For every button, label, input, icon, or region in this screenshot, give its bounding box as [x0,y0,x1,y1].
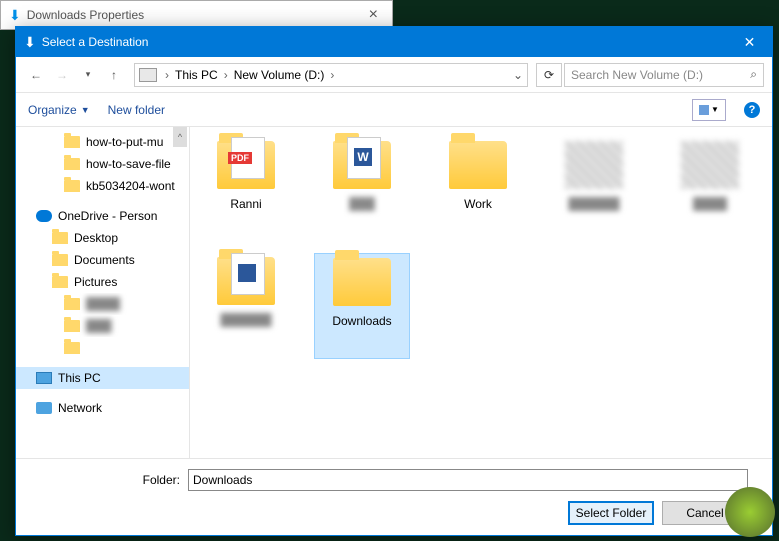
folder-icon [52,276,68,288]
folder-icon [333,141,391,189]
chevron-right-icon[interactable]: › [328,68,336,82]
search-icon[interactable]: ⌕ [750,67,757,82]
obscured-thumbnail [565,141,623,189]
up-button[interactable]: ↑ [102,63,126,87]
tree-item-documents[interactable]: Documents [16,249,189,271]
folder-field-label: Folder: [30,473,180,487]
grid-item-folder[interactable]: ██████ [198,253,294,359]
tree-item-folder-obscured[interactable] [16,337,189,359]
dialog-title: Select a Destination [42,35,727,49]
grid-item-folder[interactable]: ███ [314,137,410,243]
recent-dropdown[interactable]: ▾ [76,63,100,87]
back-button[interactable]: ← [24,63,48,87]
tree-item-folder-obscured[interactable]: ████ [16,293,189,315]
folder-icon [64,342,80,354]
bg-close-button[interactable]: × [363,6,384,24]
address-bar[interactable]: › This PC › New Volume (D:) › ⌄ [134,63,528,87]
navigation-bar: ← → ▾ ↑ › This PC › New Volume (D:) › ⌄ … [16,57,772,93]
network-icon [36,402,52,414]
tree-item-folder-obscured[interactable]: ███ [16,315,189,337]
address-dropdown-icon[interactable]: ⌄ [513,68,523,82]
new-folder-button[interactable]: New folder [108,103,165,117]
forward-button: → [50,63,74,87]
drive-icon [139,68,157,82]
bg-window-title: Downloads Properties [27,8,363,22]
help-button[interactable]: ? [744,102,760,118]
onedrive-icon [36,210,52,222]
organize-menu[interactable]: Organize ▼ [28,103,90,117]
view-icon [699,105,709,115]
select-destination-dialog: ⬇ Select a Destination ✕ ← → ▾ ↑ › This … [15,26,773,536]
folder-content-grid[interactable]: Ranni ███ Work ██████ ████ ██████ [190,127,772,458]
folder-icon [64,298,80,310]
tree-item-folder[interactable]: how-to-save-file [16,153,189,175]
chevron-right-icon[interactable]: › [222,68,230,82]
folder-icon [64,320,80,332]
tree-item-network[interactable]: Network [16,397,189,419]
folder-icon [52,232,68,244]
chevron-down-icon: ▼ [711,105,719,114]
grid-item-obscured[interactable]: ██████ [546,137,642,243]
download-arrow-icon: ⬇ [24,34,36,51]
grid-item-obscured[interactable]: ████ [662,137,758,243]
dialog-close-button[interactable]: ✕ [727,27,772,57]
dialog-titlebar: ⬇ Select a Destination ✕ [16,27,772,57]
command-bar: Organize ▼ New folder ▼ ? [16,93,772,127]
folder-icon [52,254,68,266]
folder-icon [333,258,391,306]
tree-item-folder[interactable]: how-to-put-mu [16,131,189,153]
tree-item-onedrive[interactable]: OneDrive - Person [16,205,189,227]
folder-icon [64,158,80,170]
grid-item-work[interactable]: Work [430,137,526,243]
desktop-background-icon [725,487,775,537]
scroll-up-icon[interactable]: ^ [173,127,187,147]
tree-item-folder[interactable]: kb5034204-wont [16,175,189,197]
chevron-right-icon[interactable]: › [163,68,171,82]
breadcrumb-this-pc[interactable]: This PC [171,68,222,82]
folder-icon [64,180,80,192]
grid-item-ranni[interactable]: Ranni [198,137,294,243]
search-box[interactable]: Search New Volume (D:) ⌕ [564,63,764,87]
this-pc-icon [36,372,52,384]
search-placeholder: Search New Volume (D:) [571,68,703,82]
grid-item-downloads[interactable]: Downloads [314,253,410,359]
download-arrow-icon: ⬇ [9,7,21,24]
folder-icon [449,141,507,189]
tree-item-pictures[interactable]: Pictures [16,271,189,293]
view-options-button[interactable]: ▼ [692,99,726,121]
refresh-button[interactable]: ⟳ [536,63,562,87]
dialog-footer: Folder: Select Folder Cancel [16,458,772,535]
folder-icon [217,141,275,189]
folder-icon [64,136,80,148]
word-icon [347,137,381,179]
obscured-thumbnail [681,141,739,189]
navigation-tree[interactable]: ^ how-to-put-mu how-to-save-file kb50342… [16,127,190,458]
tree-item-this-pc[interactable]: This PC [16,367,189,389]
folder-icon [217,257,275,305]
chevron-down-icon: ▼ [81,105,90,115]
word-icon [231,253,265,295]
select-folder-button[interactable]: Select Folder [568,501,654,525]
tree-item-desktop[interactable]: Desktop [16,227,189,249]
breadcrumb-drive[interactable]: New Volume (D:) [230,68,329,82]
folder-name-input[interactable] [188,469,748,491]
pdf-icon [231,137,265,179]
